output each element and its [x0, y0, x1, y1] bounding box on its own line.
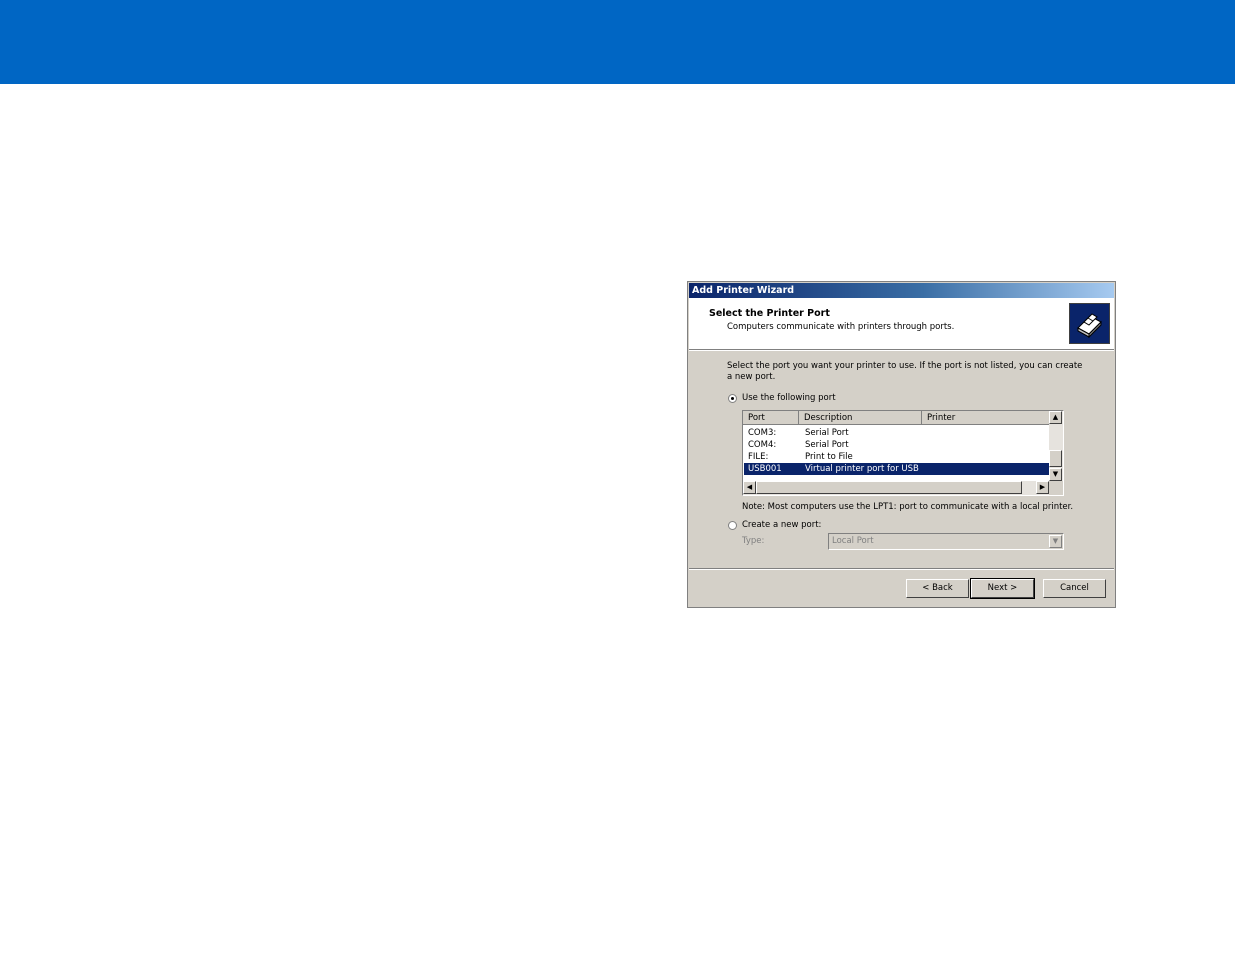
- horizontal-scroll-thumb[interactable]: [756, 481, 1022, 494]
- port-name: USB001: [748, 464, 782, 474]
- window-title: Add Printer Wizard: [689, 283, 1114, 298]
- page-title: Select the Printer Port: [709, 308, 830, 319]
- use-port-label[interactable]: Use the following port: [742, 393, 836, 403]
- page-subtitle: Computers communicate with printers thro…: [727, 322, 955, 332]
- port-description: Serial Port: [805, 440, 849, 450]
- column-header-port[interactable]: Port: [743, 411, 799, 425]
- scroll-up-icon[interactable]: ▲: [1049, 411, 1062, 424]
- cancel-button[interactable]: Cancel: [1043, 579, 1106, 598]
- next-button[interactable]: Next >: [970, 578, 1035, 599]
- chevron-down-icon[interactable]: ▼: [1049, 535, 1062, 548]
- column-header-printer[interactable]: Printer: [922, 411, 1051, 425]
- back-button[interactable]: < Back: [906, 579, 969, 598]
- port-type-select[interactable]: Local Port ▼: [828, 533, 1064, 550]
- scroll-down-icon[interactable]: ▼: [1049, 468, 1062, 481]
- port-description: Virtual printer port for USB: [805, 464, 919, 474]
- port-row[interactable]: COM4: Serial Port: [744, 439, 1050, 451]
- port-row[interactable]: FILE: Print to File: [744, 451, 1050, 463]
- scroll-right-icon[interactable]: ▶: [1036, 481, 1049, 494]
- vertical-scroll-thumb[interactable]: [1049, 450, 1062, 467]
- horizontal-scrollbar[interactable]: ◀ ▶: [743, 481, 1049, 495]
- footer-divider: [689, 568, 1114, 570]
- port-row-selected[interactable]: USB001 Virtual printer port for USB: [744, 463, 1050, 475]
- port-list-header: Port Description Printer: [743, 411, 1051, 425]
- vertical-scrollbar[interactable]: ▲ ▼: [1049, 411, 1063, 481]
- port-name: COM4:: [748, 440, 777, 450]
- column-header-description[interactable]: Description: [799, 411, 922, 425]
- port-list[interactable]: Port Description Printer COM3: Serial Po…: [742, 410, 1064, 496]
- port-name: COM3:: [748, 428, 777, 438]
- create-port-label[interactable]: Create a new port:: [742, 520, 821, 530]
- add-printer-wizard-dialog: Add Printer Wizard Select the Printer Po…: [687, 281, 1116, 608]
- port-type-value: Local Port: [832, 536, 874, 546]
- port-type-label: Type:: [742, 536, 765, 546]
- use-port-radio[interactable]: [728, 394, 737, 403]
- port-description: Serial Port: [805, 428, 849, 438]
- header-divider: [689, 349, 1114, 351]
- intro-text: Select the port you want your printer to…: [727, 361, 1083, 382]
- lpt1-note: Note: Most computers use the LPT1: port …: [742, 502, 1074, 512]
- create-port-radio[interactable]: [728, 521, 737, 530]
- port-name: FILE:: [748, 452, 769, 462]
- wizard-header: Select the Printer Port Computers commun…: [689, 298, 1114, 349]
- top-banner: [0, 0, 1235, 84]
- port-description: Print to File: [805, 452, 853, 462]
- printer-icon: [1069, 303, 1110, 344]
- scrollbar-corner: [1049, 481, 1063, 495]
- port-row[interactable]: COM3: Serial Port: [744, 427, 1050, 439]
- scroll-left-icon[interactable]: ◀: [743, 481, 756, 494]
